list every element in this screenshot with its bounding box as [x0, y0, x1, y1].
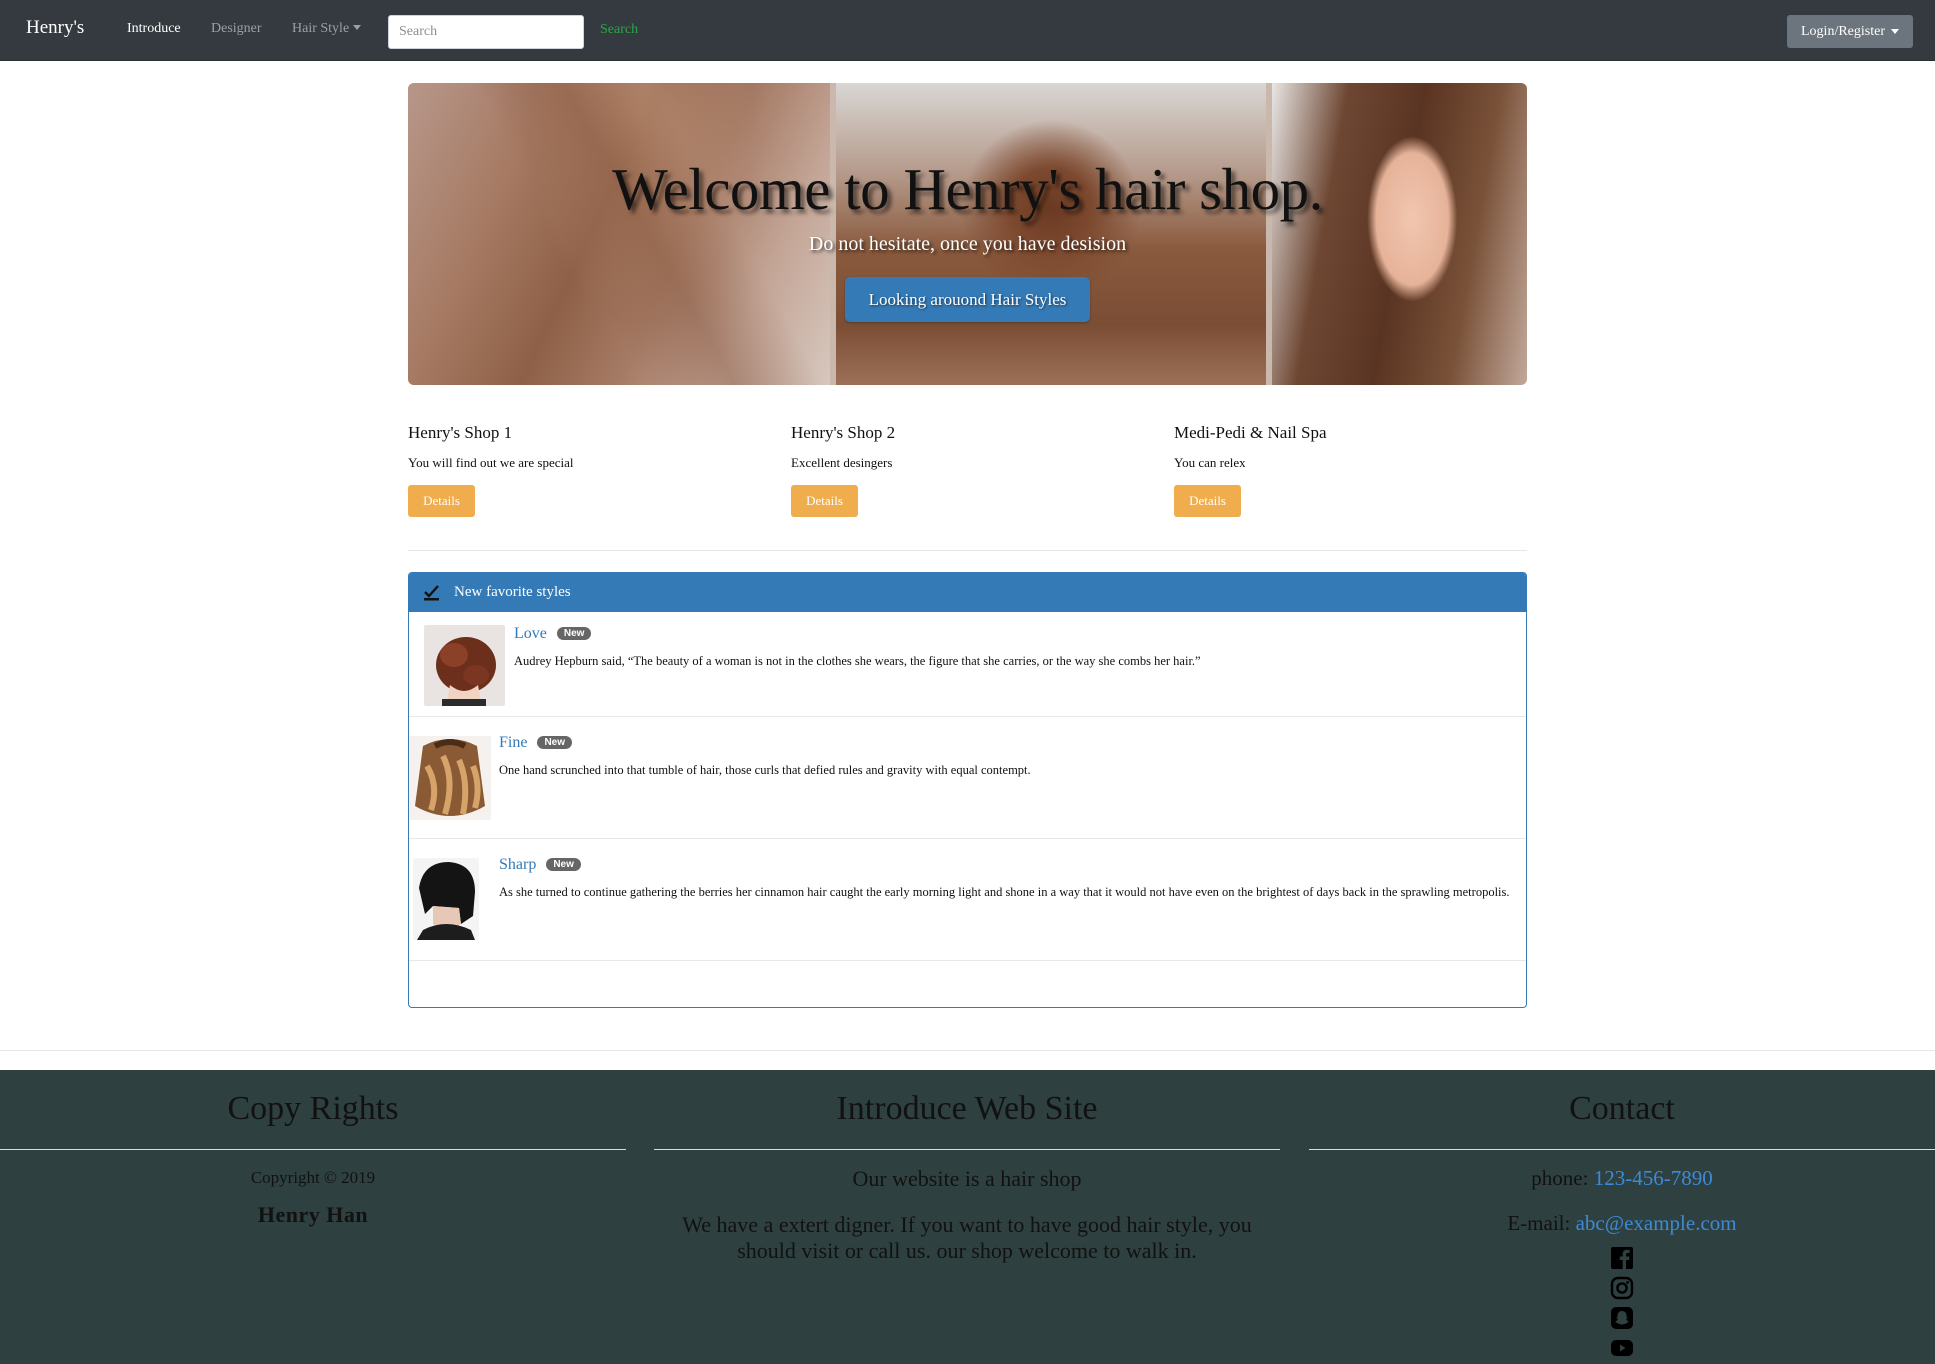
style-title-label: Fine [499, 734, 528, 751]
facebook-icon[interactable] [1609, 1246, 1635, 1270]
style-title-love[interactable]: Love New [514, 625, 592, 643]
site-footer: Copy Rights Copyright © 2019 Henry Han I… [0, 1070, 1935, 1364]
style-title-fine[interactable]: Fine New [499, 734, 573, 752]
shop-description: You can relex [1174, 455, 1246, 470]
browse-hair-styles-button[interactable]: Looking arouond Hair Styles [845, 277, 1090, 322]
email-link[interactable]: abc@example.com [1576, 1211, 1737, 1235]
style-description: One hand scrunched into that tumble of h… [499, 763, 1031, 777]
footer-contact-column: Contact phone: 123-456-7890 E-mail: abc@… [1309, 1070, 1935, 1360]
shop-name: Henry's Shop 1 [408, 423, 513, 442]
phone-label: phone: [1531, 1166, 1589, 1190]
instagram-icon[interactable] [1609, 1276, 1635, 1300]
intro-line-2: We have a extert digner. If you want to … [682, 1212, 1252, 1263]
page-divider [0, 1050, 1935, 1051]
details-button[interactable]: Details [1174, 485, 1241, 517]
new-badge: New [537, 736, 573, 749]
shop-name: Medi-Pedi & Nail Spa [1174, 423, 1327, 442]
intro-line-1: Our website is a hair shop [852, 1166, 1082, 1191]
shop-card-3: Medi-Pedi & Nail Spa You can relex Detai… [1174, 423, 1534, 517]
hairstyle-thumbnail-fine[interactable] [409, 736, 491, 820]
search-button[interactable]: Search [600, 22, 638, 38]
nav-hair-style-label: Hair Style [292, 21, 350, 36]
footer-heading: Contact [1569, 1090, 1675, 1127]
style-description: Audrey Hepburn said, “The beauty of a wo… [514, 654, 1201, 668]
style-description: As she turned to continue gathering the … [499, 885, 1510, 899]
hero-title: Welcome to Henry's hair shop. [612, 156, 1323, 222]
list-item: Fine New One hand scrunched into that tum… [409, 716, 1526, 839]
shop-description: You will find out we are special [408, 455, 574, 470]
snapchat-icon[interactable] [1609, 1306, 1635, 1330]
footer-divider [654, 1149, 1280, 1150]
hero-subtitle: Do not hesitate, once you have desision [808, 233, 1127, 255]
nav-introduce[interactable]: Introduce [127, 21, 181, 37]
new-badge: New [556, 627, 592, 640]
shop-card-2: Henry's Shop 2 Excellent desingers Detai… [791, 423, 1151, 517]
details-button[interactable]: Details [791, 485, 858, 517]
panel-header: New favorite styles [409, 573, 1526, 612]
shop-card-1: Henry's Shop 1 You will find out we are … [408, 423, 768, 517]
login-register-label: Login/Register [1801, 23, 1885, 39]
hairstyle-thumbnail-sharp[interactable] [413, 858, 479, 940]
nav-designer[interactable]: Designer [211, 21, 262, 37]
copyright-text: Copyright © 2019 [250, 1168, 376, 1187]
search-input[interactable] [388, 15, 584, 49]
new-badge: New [546, 858, 581, 871]
chevron-down-icon [353, 25, 362, 30]
footer-divider [1309, 1149, 1935, 1150]
footer-heading: Introduce Web Site [836, 1090, 1098, 1127]
check-icon [424, 584, 439, 600]
nav-hair-style-dropdown[interactable]: Hair Style [292, 21, 362, 37]
details-button[interactable]: Details [408, 485, 475, 517]
footer-divider [0, 1149, 626, 1150]
section-divider [408, 550, 1527, 551]
shop-description: Excellent desingers [791, 455, 893, 470]
brand-logo[interactable]: Henry's [26, 17, 84, 39]
list-item: Love New Audrey Hepburn said, “The beauty… [409, 612, 1526, 717]
author-name: Henry Han [257, 1202, 369, 1227]
panel-title: New favorite styles [454, 584, 571, 600]
footer-heading: Copy Rights [227, 1090, 399, 1127]
top-navbar: Henry's Introduce Designer Hair Style Se… [0, 0, 1935, 61]
phone-link[interactable]: 123-456-7890 [1594, 1166, 1713, 1190]
style-title-sharp[interactable]: Sharp New [499, 856, 581, 874]
chevron-down-icon [1891, 29, 1899, 34]
favorite-styles-panel: New favorite styles Love New Audrey Hepbu… [408, 572, 1527, 1008]
youtube-icon[interactable] [1609, 1336, 1635, 1360]
email-label: E-mail: [1507, 1211, 1571, 1235]
hero-jumbotron: Welcome to Henry's hair shop. Do not hes… [408, 83, 1527, 385]
shop-name: Henry's Shop 2 [791, 423, 896, 442]
phone-line: phone: 123-456-7890 [1309, 1166, 1935, 1191]
hairstyle-thumbnail-love[interactable] [424, 625, 505, 706]
footer-intro-column: Introduce Web Site Our website is a hair… [654, 1070, 1280, 1264]
email-line: E-mail: abc@example.com [1309, 1211, 1935, 1236]
list-item: Sharp New As she turned to continue gathe… [409, 838, 1526, 961]
login-register-dropdown[interactable]: Login/Register [1787, 15, 1913, 48]
style-title-label: Love [514, 625, 547, 642]
style-title-label: Sharp [499, 856, 537, 873]
